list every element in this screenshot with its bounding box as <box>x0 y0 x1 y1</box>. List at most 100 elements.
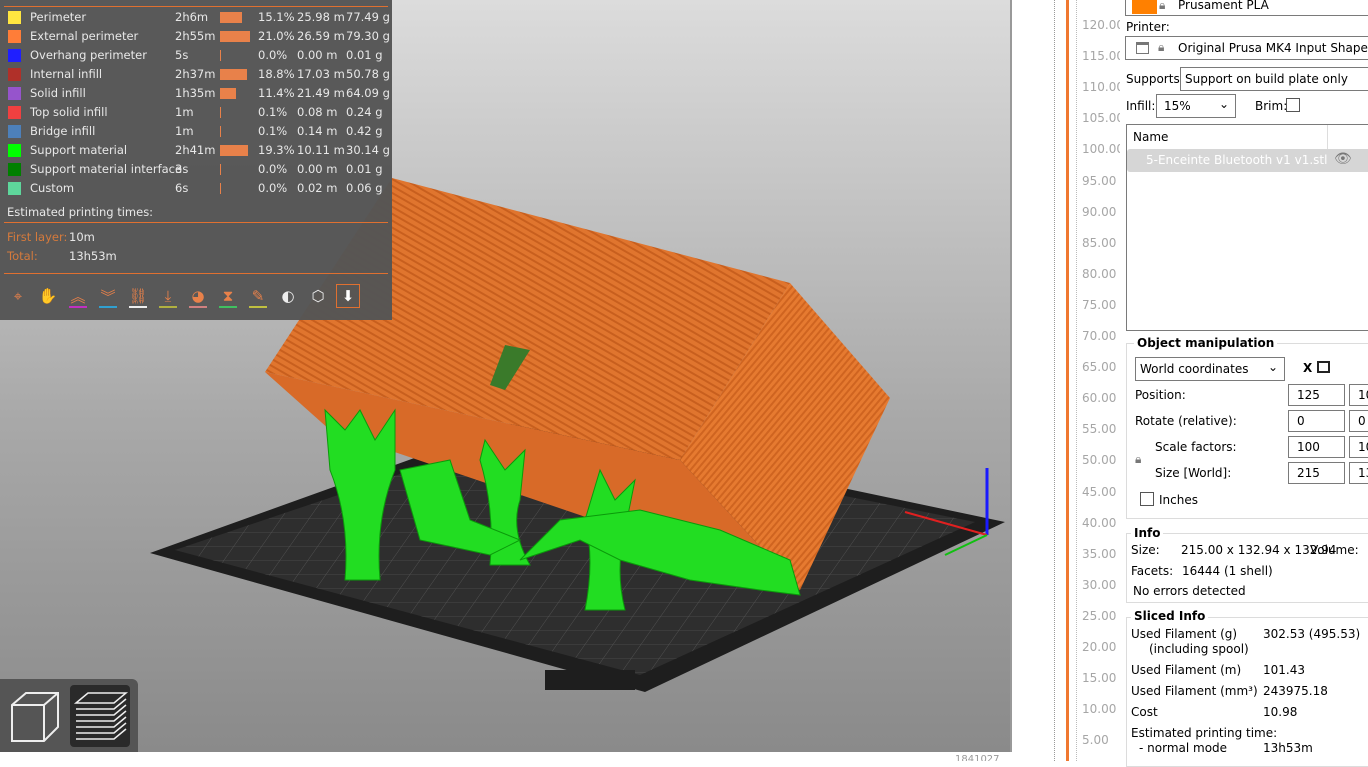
position-y-input[interactable]: 10 <box>1349 384 1368 406</box>
layer-height-tick: 55.00 <box>1082 422 1117 437</box>
lock-icon: 🔒︎ <box>1158 40 1165 54</box>
legend-row[interactable]: Support material interface 3s 0.0% 0.00 … <box>0 160 392 179</box>
feature-time: 2h6m <box>175 10 209 24</box>
feature-weight: 79.30 g <box>346 29 390 43</box>
legend-row[interactable]: Internal infill 2h37m 18.8% 17.03 m 50.7… <box>0 65 392 84</box>
legend-panel: Perimeter 2h6m 15.1% 25.98 m 77.49 g Ext… <box>0 0 392 320</box>
time-bar <box>220 145 248 156</box>
sequential-slider-icon[interactable]: ⌖ <box>6 284 30 308</box>
infill-value: 15% <box>1164 99 1191 113</box>
infill-combo[interactable]: 15% ⌄ <box>1156 94 1236 118</box>
legend-row[interactable]: Solid infill 1h35m 11.4% 21.49 m 64.09 g <box>0 84 392 103</box>
paint-supports-icon[interactable]: ✋ <box>36 284 60 308</box>
used-g-sublabel: (including spool) <box>1149 642 1249 656</box>
legend-row[interactable]: Perimeter 2h6m 15.1% 25.98 m 77.49 g <box>0 8 392 27</box>
eye-icon[interactable]: 👁︎ <box>1334 151 1352 167</box>
legend-row[interactable]: External perimeter 2h55m 21.0% 26.59 m 7… <box>0 27 392 46</box>
chevron-down-icon: ⌄ <box>1219 97 1230 111</box>
size-label: Size [World]: <box>1155 466 1232 480</box>
normal-mode-label: - normal mode <box>1139 741 1228 755</box>
filament-combo[interactable]: 🔒︎ Prusament PLA <box>1125 0 1368 16</box>
time-bar <box>220 31 250 42</box>
info-title: Info <box>1131 526 1164 540</box>
position-x-input[interactable]: 125 <box>1288 384 1345 406</box>
layers-down-icon[interactable]: ︾ <box>96 284 120 308</box>
total-label: Total: <box>7 249 38 263</box>
drop-to-bed-icon[interactable] <box>1317 361 1330 373</box>
layer-slider-track[interactable] <box>1066 0 1069 761</box>
legend-row[interactable]: Top solid infill 1m 0.1% 0.08 m 0.24 g <box>0 103 392 122</box>
total-value: 13h53m <box>69 249 117 263</box>
feature-weight: 0.42 g <box>346 124 383 138</box>
time-bar <box>220 183 221 194</box>
feature-name: Solid infill <box>30 86 86 100</box>
size-x-input[interactable]: 215 <box>1288 462 1345 484</box>
first-layer-label: First layer: <box>7 230 68 244</box>
layer-height-tick: 45.00 <box>1082 484 1117 499</box>
3d-viewport[interactable]: Perimeter 2h6m 15.1% 25.98 m 77.49 g Ext… <box>0 0 1010 752</box>
feature-weight: 50.78 g <box>346 67 390 81</box>
lock-icon[interactable]: 🔒︎ <box>1135 452 1141 467</box>
feature-percent: 11.4% <box>258 86 295 100</box>
object-row[interactable]: 5-Enceinte Bluetooth v1 v1.stl 👁︎ <box>1127 149 1368 172</box>
time-bar <box>220 88 236 99</box>
feature-length: 17.03 m <box>297 67 345 81</box>
feature-length: 0.08 m <box>297 105 338 119</box>
used-g-value: 302.53 (495.53) <box>1263 627 1361 641</box>
wireframe-icon[interactable]: ⬡ <box>306 284 330 308</box>
size-y-input[interactable]: 13 <box>1349 462 1368 484</box>
layers-icon <box>73 692 129 740</box>
layers-up-icon[interactable]: ︽ <box>66 284 90 308</box>
legend-row[interactable]: Bridge infill 1m 0.1% 0.14 m 0.42 g <box>0 122 392 141</box>
layer-height-tick: 105.00 <box>1082 111 1124 126</box>
scale-y-input[interactable]: 10 <box>1349 436 1368 458</box>
position-label: Position: <box>1135 388 1186 402</box>
rotate-y-input[interactable]: 0 <box>1349 410 1368 432</box>
feature-length: 10.11 m <box>297 143 345 157</box>
scale-x-input[interactable]: 100 <box>1288 436 1345 458</box>
seam-icon[interactable]: ⛓ <box>126 284 150 308</box>
time-bar <box>220 69 247 80</box>
brim-checkbox[interactable] <box>1286 98 1300 112</box>
color-swatch <box>8 125 21 138</box>
tool-edit-icon[interactable]: ✎ <box>246 284 270 308</box>
feature-time: 1h35m <box>175 86 216 100</box>
preview-toolbar: ⌖ ✋ ︽ ︾ ⛓ ⤓ ◕ ⧗ ✎ ◐ ⬡ ⬇ <box>6 284 360 308</box>
feature-length: 0.14 m <box>297 124 338 138</box>
object-list[interactable]: Name 5-Enceinte Bluetooth v1 v1.stl 👁︎ <box>1126 124 1368 331</box>
rotate-x-input[interactable]: 0 <box>1288 410 1345 432</box>
feature-time: 6s <box>175 181 189 195</box>
color-swatch <box>8 11 21 24</box>
supports-combo[interactable]: Support on build plate only <box>1180 67 1368 91</box>
feature-percent: 0.0% <box>258 162 288 176</box>
layer-height-tick: 95.00 <box>1082 173 1117 188</box>
name-column-header: Name <box>1133 130 1169 144</box>
printer-combo[interactable]: 🔒︎ Original Prusa MK4 Input Shaper 0.4 <box>1125 36 1368 60</box>
legend-row[interactable]: Custom 6s 0.0% 0.02 m 0.06 g <box>0 179 392 198</box>
layer-height-tick: 115.00 <box>1082 49 1124 64</box>
sidebar: 🔒︎ Prusament PLA Printer: 🔒︎ Original Pr… <box>1120 0 1368 767</box>
color-change-icon[interactable]: ◕ <box>186 284 210 308</box>
supports-label: Supports: <box>1126 72 1184 86</box>
used-g-label: Used Filament (g) <box>1131 627 1238 641</box>
coordinates-combo[interactable]: World coordinates ⌄ <box>1135 357 1285 381</box>
legend-row[interactable]: Support material 2h41m 19.3% 10.11 m 30.… <box>0 141 392 160</box>
viewport-id: 1841027 <box>955 754 1000 761</box>
time-icon[interactable]: ⧗ <box>216 284 240 308</box>
layer-slider[interactable]: 120.00 115.00 110.00 105.00 100.00 95.00 90.00… <box>1010 0 1124 761</box>
center-icon[interactable]: ◐ <box>276 284 300 308</box>
preview-view-button[interactable] <box>70 685 130 747</box>
inches-checkbox[interactable] <box>1140 492 1154 506</box>
3d-view-button[interactable] <box>4 685 64 747</box>
feature-time: 2h37m <box>175 67 216 81</box>
feature-time: 3s <box>175 162 189 176</box>
layer-height-tick: 25.00 <box>1082 608 1117 623</box>
legend-row[interactable]: Overhang perimeter 5s 0.0% 0.00 m 0.01 g <box>0 46 392 65</box>
color-swatch <box>8 49 21 62</box>
feature-time: 2h41m <box>175 143 216 157</box>
pause-icon[interactable]: ⤓ <box>156 284 180 308</box>
layer-height-tick: 65.00 <box>1082 360 1117 375</box>
export-icon[interactable]: ⬇ <box>336 284 360 308</box>
feature-name: Overhang perimeter <box>30 48 147 62</box>
used-mm3-label: Used Filament (mm³) <box>1131 684 1258 698</box>
